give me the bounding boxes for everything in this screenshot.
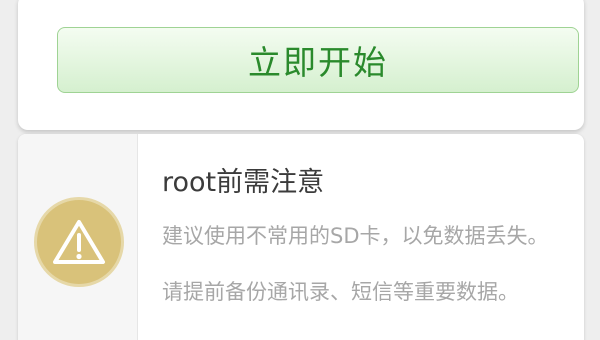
start-button[interactable]: 立即开始 <box>57 27 579 93</box>
tip-backup-sd: 建议使用不常用的SD卡，以免数据丢失。 <box>162 224 549 248</box>
notice-card: root前需注意 建议使用不常用的SD卡，以免数据丢失。 请提前备份通讯录、短信… <box>18 134 584 340</box>
screen: 立即开始 root前需注意 建议使用不常用的SD卡，以免数据丢失。 请提前备份通… <box>0 0 600 340</box>
start-card: 立即开始 <box>18 0 584 130</box>
notice-title: root前需注意 <box>162 167 325 198</box>
notice-icon-column <box>18 134 138 340</box>
tip-backup-contacts: 请提前备份通讯录、短信等重要数据。 <box>162 280 519 304</box>
warning-triangle-icon <box>53 220 105 264</box>
warning-icon <box>34 197 124 287</box>
